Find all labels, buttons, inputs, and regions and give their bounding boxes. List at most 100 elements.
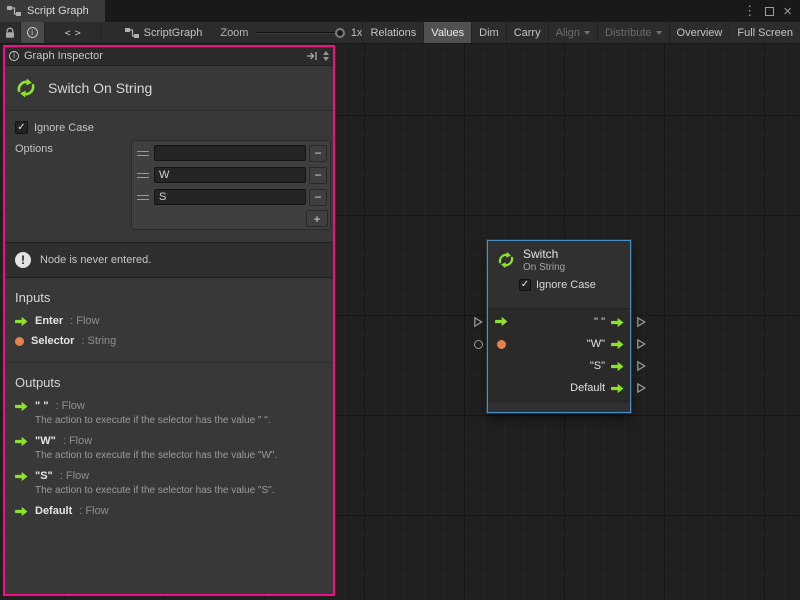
enter-port-icon[interactable] (495, 316, 508, 327)
output-connector-icon[interactable] (636, 360, 647, 372)
warning-icon (15, 252, 31, 268)
option-row: − (133, 142, 329, 164)
remove-option-button[interactable]: − (309, 145, 327, 162)
code-view-button[interactable] (45, 22, 101, 43)
dropdown-caret-icon (584, 31, 590, 35)
full-screen-button[interactable]: Full Screen (729, 22, 800, 43)
port-type: Flow (63, 435, 92, 447)
dropdown-caret-icon (656, 31, 662, 35)
output-connector-icon[interactable] (636, 338, 647, 350)
value-port-icon (15, 337, 24, 346)
outputs-header: Outputs (15, 375, 323, 390)
port-name: "W" (35, 435, 56, 447)
toolbar-buttons: Relations Values Dim Carry Align Distrib… (362, 22, 800, 43)
option-input[interactable] (154, 145, 306, 161)
tab-title: Script Graph (27, 5, 89, 17)
options-label: Options (15, 140, 131, 230)
overview-button[interactable]: Overview (669, 22, 730, 43)
selector-port-icon[interactable] (497, 340, 506, 349)
zoom-slider-handle[interactable] (335, 28, 345, 38)
port-description: The action to execute if the selector ha… (35, 450, 323, 461)
input-port-enter: Enter Flow (15, 315, 323, 327)
port-name: Default (35, 505, 72, 517)
flow-port-icon[interactable] (611, 383, 624, 394)
outputs-section: Outputs " " Flow The action to execute i… (5, 362, 333, 524)
inspector-header: Graph Inspector (5, 47, 333, 66)
port-type: Flow (56, 400, 85, 412)
inspector-toggle-button[interactable] (21, 22, 45, 43)
flow-port-icon[interactable] (611, 339, 624, 350)
node-ports: " " "W" "S" Default (488, 308, 630, 401)
switch-node[interactable]: Switch On String Ignore Case " " "W" (487, 240, 631, 413)
remove-option-button[interactable]: − (309, 189, 327, 206)
flow-port-icon (15, 506, 28, 517)
option-input[interactable] (154, 189, 306, 205)
graph-breadcrumb[interactable]: ScriptGraph (125, 27, 203, 39)
port-description: The action to execute if the selector ha… (35, 485, 323, 496)
zoom-value: 1x (351, 27, 363, 39)
port-name: " " (35, 400, 49, 412)
remove-option-button[interactable]: − (309, 167, 327, 184)
close-icon[interactable] (783, 4, 792, 19)
node-output-label: " " (594, 316, 605, 328)
lock-button[interactable] (0, 22, 21, 43)
script-graph-icon (7, 5, 21, 17)
flow-port-icon (15, 401, 28, 412)
tab-script-graph[interactable]: Script Graph (0, 0, 105, 22)
zoom-slider[interactable] (255, 28, 343, 38)
flow-port-icon (15, 316, 28, 327)
port-description: The action to execute if the selector ha… (35, 415, 323, 426)
node-ignore-case-checkbox[interactable] (519, 279, 531, 291)
switch-node-header[interactable]: Switch On String Ignore Case (488, 241, 630, 308)
port-type: Flow (79, 505, 108, 517)
selector-connector-icon[interactable] (474, 340, 483, 349)
graph-inspector-panel: Graph Inspector Switch On String Ignore … (3, 45, 335, 596)
inspector-title: Switch On String (48, 80, 152, 96)
inputs-section: Inputs Enter Flow Selector String (5, 278, 333, 354)
info-icon (27, 27, 38, 38)
inspector-header-title: Graph Inspector (24, 50, 103, 62)
output-port: Default Flow (15, 505, 323, 517)
scrubber-icon[interactable] (323, 51, 329, 61)
values-button[interactable]: Values (423, 22, 471, 43)
dim-button[interactable]: Dim (471, 22, 506, 43)
node-title: Switch (523, 247, 565, 261)
port-name: Enter (35, 315, 63, 327)
option-input[interactable] (154, 167, 306, 183)
node-output-row: "S" (488, 355, 630, 377)
drag-handle-icon[interactable] (137, 151, 149, 156)
input-port-selector: Selector String (15, 335, 323, 347)
port-type: String (81, 335, 116, 347)
node-output-label: "S" (590, 360, 605, 372)
output-connector-icon[interactable] (636, 382, 647, 394)
option-row: − (133, 164, 329, 186)
flow-port-icon[interactable] (611, 317, 624, 328)
zoom-slider-track[interactable] (255, 32, 343, 34)
output-port: "W" Flow (15, 435, 323, 447)
switch-icon (495, 249, 517, 271)
enter-connector-icon[interactable] (473, 316, 484, 328)
port-name: "S" (35, 470, 53, 482)
flow-port-icon[interactable] (611, 361, 624, 372)
node-footer (488, 401, 630, 412)
node-output-label: "W" (587, 338, 605, 350)
window-controls (743, 0, 800, 22)
drag-handle-icon[interactable] (137, 195, 149, 200)
port-name: Selector (31, 335, 74, 347)
ignore-case-label: Ignore Case (34, 122, 94, 134)
distribute-button: Distribute (597, 22, 668, 43)
kebab-menu-icon[interactable] (743, 3, 756, 19)
node-output-row: "W" (488, 333, 630, 355)
ignore-case-checkbox[interactable] (15, 121, 28, 134)
dock-icon[interactable] (306, 50, 318, 62)
inspector-title-block: Switch On String (5, 66, 333, 111)
node-ignore-case-label: Ignore Case (536, 279, 596, 291)
carry-button[interactable]: Carry (506, 22, 548, 43)
warning-text: Node is never entered. (40, 254, 151, 266)
script-graph-icon (125, 27, 139, 39)
output-connector-icon[interactable] (636, 316, 647, 328)
relations-button[interactable]: Relations (362, 22, 423, 43)
maximize-icon[interactable] (765, 7, 774, 16)
drag-handle-icon[interactable] (137, 173, 149, 178)
add-option-button[interactable]: + (306, 210, 328, 227)
